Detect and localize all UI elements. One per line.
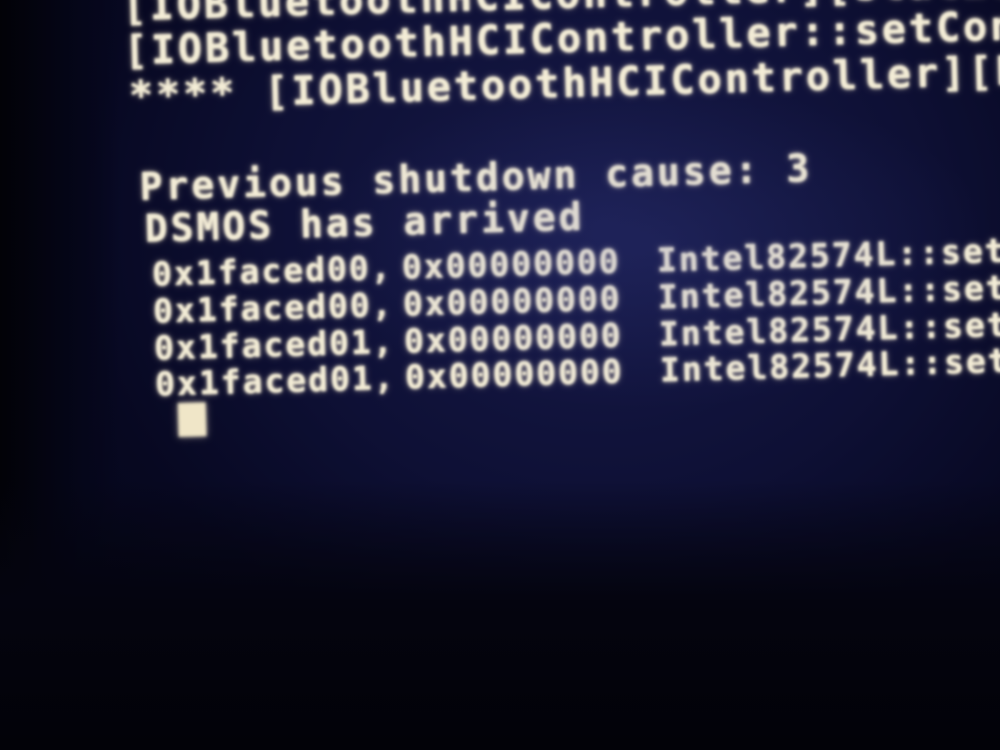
text-cursor xyxy=(177,402,207,438)
monitor-bezel-bottom xyxy=(0,480,1000,750)
row-4-value: 0x00000000 xyxy=(404,351,625,397)
boot-console: [IOBluetoothHCIController][staticBluet [… xyxy=(0,0,1000,484)
photo-of-monitor: [IOBluetoothHCIController][staticBluet [… xyxy=(0,0,1000,750)
row-4-address: 0x1faced01, xyxy=(154,357,397,404)
